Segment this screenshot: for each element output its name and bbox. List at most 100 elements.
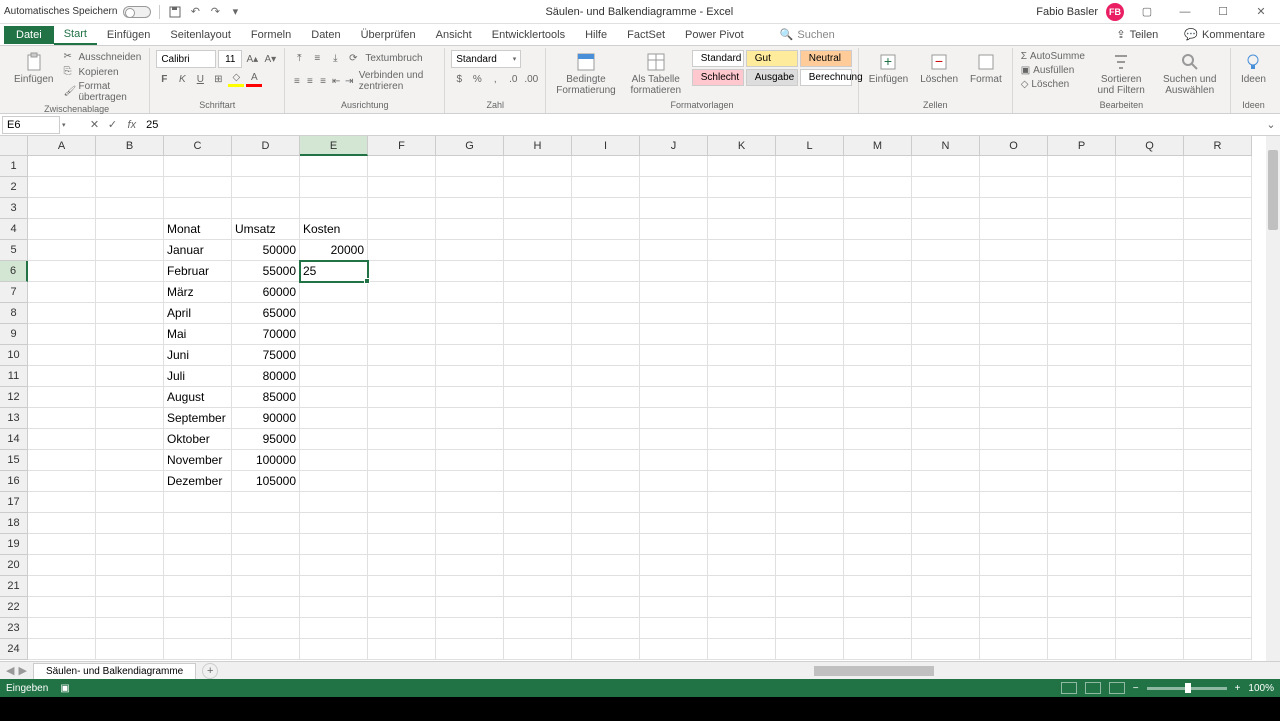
cell[interactable] (572, 345, 640, 366)
cell[interactable] (300, 471, 368, 492)
indent-decrease-icon[interactable]: ⇤ (331, 73, 342, 89)
cell[interactable]: 80000 (232, 366, 300, 387)
cell[interactable] (1116, 324, 1184, 345)
cell[interactable] (912, 303, 980, 324)
cell[interactable] (776, 534, 844, 555)
cell[interactable] (368, 408, 436, 429)
cell[interactable] (844, 576, 912, 597)
cell[interactable] (572, 219, 640, 240)
cell[interactable] (1184, 240, 1252, 261)
cell[interactable] (1184, 156, 1252, 177)
cell[interactable] (232, 534, 300, 555)
cell[interactable] (912, 597, 980, 618)
cell[interactable] (300, 198, 368, 219)
cell[interactable] (1048, 429, 1116, 450)
cell[interactable] (164, 639, 232, 660)
cell[interactable] (28, 450, 96, 471)
cell[interactable] (572, 618, 640, 639)
cell[interactable] (1048, 282, 1116, 303)
cell[interactable] (164, 576, 232, 597)
column-header[interactable]: H (504, 136, 572, 156)
cell[interactable] (776, 303, 844, 324)
cell[interactable] (436, 303, 504, 324)
cell[interactable] (1184, 177, 1252, 198)
cell[interactable] (640, 303, 708, 324)
cell[interactable] (1116, 639, 1184, 660)
cell[interactable] (844, 555, 912, 576)
cell[interactable] (708, 198, 776, 219)
cell[interactable] (1116, 618, 1184, 639)
cell[interactable] (28, 576, 96, 597)
cell[interactable] (640, 555, 708, 576)
cell[interactable] (844, 450, 912, 471)
cell[interactable] (436, 555, 504, 576)
cell[interactable] (844, 387, 912, 408)
cell[interactable] (436, 471, 504, 492)
cell[interactable] (640, 450, 708, 471)
cell[interactable] (300, 408, 368, 429)
cell[interactable] (96, 408, 164, 429)
cell[interactable] (436, 492, 504, 513)
cell[interactable] (1184, 198, 1252, 219)
cell[interactable] (28, 198, 96, 219)
cell[interactable] (980, 639, 1048, 660)
conditional-formatting-button[interactable]: Bedingte Formatierung (552, 50, 619, 98)
cell[interactable] (1184, 324, 1252, 345)
cell[interactable] (708, 345, 776, 366)
cell[interactable] (96, 597, 164, 618)
cell[interactable] (912, 492, 980, 513)
cell[interactable] (844, 282, 912, 303)
cell[interactable] (980, 366, 1048, 387)
cell[interactable] (1184, 303, 1252, 324)
cell[interactable] (96, 345, 164, 366)
cell[interactable] (1116, 282, 1184, 303)
cell[interactable] (844, 261, 912, 282)
cell[interactable] (572, 303, 640, 324)
cell[interactable] (708, 177, 776, 198)
fill-color-button[interactable]: ◇ (228, 71, 244, 87)
cell[interactable]: 90000 (232, 408, 300, 429)
zoom-out-button[interactable]: − (1133, 683, 1139, 694)
cell[interactable] (980, 324, 1048, 345)
cell[interactable] (980, 492, 1048, 513)
format-cells-button[interactable]: Format (966, 50, 1006, 87)
cell[interactable] (504, 177, 572, 198)
cell[interactable] (776, 639, 844, 660)
cell[interactable] (844, 513, 912, 534)
cell[interactable]: Monat (164, 219, 232, 240)
align-bottom-icon[interactable]: ⤓ (327, 50, 343, 66)
cell[interactable] (1184, 639, 1252, 660)
row-header[interactable]: 17 (0, 492, 28, 513)
cell[interactable] (980, 303, 1048, 324)
cell[interactable] (776, 156, 844, 177)
cell[interactable] (300, 534, 368, 555)
cell[interactable] (572, 408, 640, 429)
currency-icon[interactable]: $ (451, 71, 467, 87)
cell[interactable] (96, 618, 164, 639)
cell[interactable] (96, 639, 164, 660)
cell[interactable] (572, 240, 640, 261)
cell[interactable] (164, 492, 232, 513)
cell[interactable] (708, 324, 776, 345)
indent-increase-icon[interactable]: ⇥ (344, 73, 355, 89)
cell[interactable] (980, 198, 1048, 219)
cell[interactable] (844, 471, 912, 492)
cell[interactable] (912, 639, 980, 660)
cell[interactable] (28, 429, 96, 450)
cell[interactable] (844, 618, 912, 639)
column-header[interactable]: L (776, 136, 844, 156)
cell[interactable] (912, 219, 980, 240)
cell[interactable] (640, 618, 708, 639)
style-neutral[interactable]: Neutral (800, 50, 852, 67)
cell[interactable] (368, 639, 436, 660)
row-header[interactable]: 5 (0, 240, 28, 261)
cell[interactable] (436, 240, 504, 261)
cell[interactable] (1116, 534, 1184, 555)
cell[interactable]: Oktober (164, 429, 232, 450)
cell[interactable] (28, 177, 96, 198)
row-header[interactable]: 9 (0, 324, 28, 345)
cell[interactable] (708, 429, 776, 450)
cell[interactable] (572, 177, 640, 198)
cell[interactable] (96, 303, 164, 324)
cell[interactable]: Dezember (164, 471, 232, 492)
